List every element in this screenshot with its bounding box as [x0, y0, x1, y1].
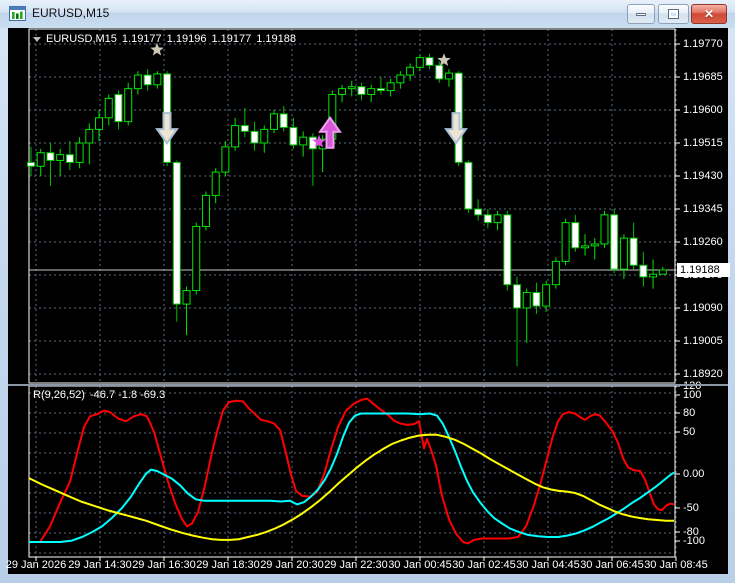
price-axis-label: 1.19515: [683, 137, 723, 149]
indicator-scale-label: 0.00: [683, 468, 705, 480]
panel-splitter[interactable]: [8, 384, 728, 386]
indicator-label: R(9,26,52) -46.7 -1.8 -69.3: [33, 389, 170, 401]
mt4-chart-window: EURUSD,M15 1.19177 1.19196 1.19177 1.19188 R…: [0, 0, 735, 583]
indicator-name: R(9,26,52): [33, 389, 85, 401]
chevron-down-icon: [33, 37, 41, 42]
close-button[interactable]: ✕: [691, 4, 727, 24]
price-axis-label: 1.19685: [683, 71, 723, 83]
price-axis-label: 1.19430: [683, 170, 723, 182]
indicator-scale-label: 100: [683, 389, 702, 401]
time-axis-label: 30 Jan 00:45: [388, 559, 452, 571]
time-axis-label: 29 Jan 22:30: [324, 559, 388, 571]
header-high: 1.19196: [166, 33, 207, 45]
time-axis-label: 30 Jan 04:45: [516, 559, 580, 571]
price-axis-label: 1.19090: [683, 302, 723, 314]
header-low: 1.19177: [211, 33, 252, 45]
price-axis-label: 1.19600: [683, 104, 723, 116]
restore-button[interactable]: [658, 4, 689, 24]
time-axis-label: 29 Jan 2026: [5, 559, 67, 571]
header-close: 1.19188: [256, 33, 296, 45]
chart-ohlc-header: EURUSD,M15 1.19177 1.19196 1.19177 1.19188: [33, 33, 301, 45]
price-axis-label: 1.19260: [683, 236, 723, 248]
minimize-button[interactable]: [627, 4, 655, 24]
current-price-tag: 1.19188: [677, 263, 730, 277]
indicator-scale-label: -50: [683, 502, 699, 514]
time-axis-label: 29 Jan 18:30: [196, 559, 260, 571]
title-bar[interactable]: EURUSD,M15 ✕: [0, 0, 735, 28]
price-axis-label: 1.18920: [683, 368, 723, 380]
indicator-values: -46.7 -1.8 -69.3: [89, 389, 166, 401]
time-axis-label: 29 Jan 14:30: [68, 559, 132, 571]
restore-icon: [668, 9, 679, 19]
indicator-scale-label: 50: [683, 426, 696, 438]
price-axis-label: 1.19770: [683, 38, 723, 50]
time-axis-label: 30 Jan 08:45: [644, 559, 708, 571]
header-open: 1.19177: [121, 33, 162, 45]
price-axis-label: 1.19005: [683, 335, 723, 347]
time-axis-label: 29 Jan 16:30: [132, 559, 196, 571]
chart-canvas[interactable]: [8, 28, 728, 574]
chart-window-icon: [9, 6, 26, 21]
header-symbol: EURUSD,M15: [46, 33, 117, 45]
price-axis-label: 1.19345: [683, 203, 723, 215]
time-axis-label: 29 Jan 20:30: [260, 559, 324, 571]
close-icon: ✕: [703, 7, 715, 21]
time-axis-label: 30 Jan 02:45: [452, 559, 516, 571]
indicator-scale-label: 80: [683, 407, 696, 419]
indicator-scale-label: -100: [683, 535, 706, 547]
window-title: EURUSD,M15: [32, 6, 110, 20]
minimize-icon: [636, 12, 646, 16]
time-axis-label: 30 Jan 06:45: [580, 559, 644, 571]
